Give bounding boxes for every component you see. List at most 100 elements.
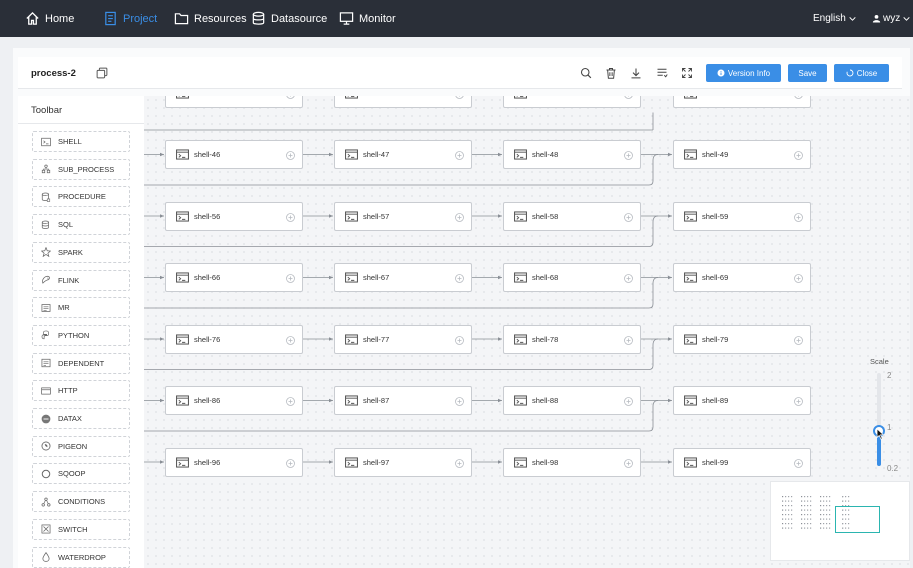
- task-node-shell-48[interactable]: shell-48: [503, 140, 641, 169]
- add-circle-icon[interactable]: [794, 335, 803, 345]
- add-circle-icon[interactable]: [624, 335, 633, 345]
- toolbar-item-procedure[interactable]: PROCEDURE: [32, 186, 130, 208]
- add-circle-icon[interactable]: [624, 151, 633, 160]
- add-circle-icon[interactable]: [455, 212, 464, 222]
- add-circle-icon[interactable]: [455, 274, 464, 283]
- task-node-shell-78[interactable]: shell-78: [503, 324, 641, 354]
- task-node-shell-47[interactable]: shell-47: [334, 140, 472, 169]
- toolbar-item-dependent[interactable]: DEPENDENT: [32, 352, 130, 374]
- add-circle-icon[interactable]: [794, 96, 803, 99]
- add-circle-icon[interactable]: [286, 458, 295, 468]
- task-node-shell-69[interactable]: shell-69: [673, 263, 811, 292]
- add-circle-icon[interactable]: [794, 212, 803, 222]
- task-node-label: shell-49: [702, 150, 729, 159]
- task-node-shell-67[interactable]: shell-67: [334, 263, 472, 292]
- nav-resources[interactable]: Resources: [174, 0, 247, 37]
- add-circle-icon[interactable]: [794, 274, 803, 283]
- task-node-shell-56[interactable]: shell-56: [165, 201, 303, 231]
- toolbar-item-python[interactable]: PYTHON: [32, 324, 130, 346]
- add-circle-icon[interactable]: [794, 458, 803, 468]
- toolbar-item-spark[interactable]: SPARK: [32, 241, 130, 263]
- task-node-shell-66[interactable]: shell-66: [165, 263, 303, 292]
- toolbar-item-pigeon[interactable]: PIGEON: [32, 435, 130, 457]
- version-info-button[interactable]: Version Info: [706, 64, 781, 82]
- add-circle-icon[interactable]: [455, 335, 464, 345]
- task-node-shell-99[interactable]: shell-99: [673, 447, 811, 477]
- toolbar-item-mr[interactable]: MR: [32, 297, 130, 319]
- task-node-partial-0[interactable]: [165, 96, 303, 108]
- minimap-node: [823, 509, 825, 511]
- add-circle-icon[interactable]: [624, 458, 633, 468]
- add-circle-icon[interactable]: [624, 212, 633, 222]
- toolbar-item-shell[interactable]: SHELL: [32, 131, 130, 152]
- add-circle-icon[interactable]: [286, 397, 295, 406]
- add-circle-icon[interactable]: [794, 151, 803, 160]
- close-button[interactable]: Close: [834, 64, 889, 82]
- minimap-viewport[interactable]: [835, 506, 880, 533]
- task-node-shell-98[interactable]: shell-98: [503, 447, 641, 477]
- task-node-label: shell-99: [702, 457, 729, 467]
- task-node-shell-86[interactable]: shell-86: [165, 386, 303, 415]
- search-icon[interactable]: [580, 67, 592, 79]
- scale-min: 0.2: [887, 464, 899, 473]
- nav-project[interactable]: Project: [103, 0, 157, 37]
- format-icon[interactable]: [656, 67, 668, 79]
- task-node-shell-96[interactable]: shell-96: [165, 447, 303, 477]
- task-node-shell-59[interactable]: shell-59: [673, 201, 811, 231]
- minimap-node: [782, 505, 784, 507]
- nav-datasource[interactable]: Datasource: [251, 0, 327, 37]
- task-node-shell-87[interactable]: shell-87: [334, 386, 472, 415]
- toolbar-item-waterdrop[interactable]: WATERDROP: [32, 546, 130, 568]
- add-circle-icon[interactable]: [455, 96, 464, 99]
- task-node-shell-79[interactable]: shell-79: [673, 324, 811, 354]
- task-node-shell-89[interactable]: shell-89: [673, 386, 811, 415]
- task-node-shell-68[interactable]: shell-68: [503, 263, 641, 292]
- toolbar-item-sub-process[interactable]: SUB_PROCESS: [32, 158, 130, 180]
- add-circle-icon[interactable]: [286, 96, 295, 99]
- add-circle-icon[interactable]: [286, 274, 295, 283]
- toolbar-item-sqoop[interactable]: SQOOP: [32, 463, 130, 485]
- toolbar-item-switch[interactable]: SWITCH: [32, 518, 130, 540]
- minimap-node: [823, 505, 825, 507]
- nav-monitor[interactable]: Monitor: [339, 0, 396, 37]
- minimap-node: [829, 500, 831, 502]
- task-node-shell-57[interactable]: shell-57: [334, 201, 472, 231]
- add-circle-icon[interactable]: [455, 397, 464, 406]
- add-circle-icon[interactable]: [624, 274, 633, 283]
- task-node-partial-3[interactable]: [673, 96, 811, 108]
- add-circle-icon[interactable]: [794, 397, 803, 406]
- fullscreen-icon[interactable]: [681, 67, 693, 79]
- add-circle-icon[interactable]: [286, 151, 295, 160]
- toolbar-item-http[interactable]: HTTP: [32, 380, 130, 402]
- nav-home[interactable]: Home: [25, 0, 74, 37]
- language-dropdown[interactable]: English: [813, 0, 857, 37]
- add-circle-icon[interactable]: [455, 458, 464, 468]
- save-button[interactable]: Save: [788, 64, 827, 82]
- user-dropdown[interactable]: wyz: [872, 0, 911, 37]
- add-circle-icon[interactable]: [286, 335, 295, 345]
- copy-icon[interactable]: [96, 67, 108, 79]
- toolbar-item-sql[interactable]: SQL: [32, 214, 130, 236]
- task-node-label: shell-96: [194, 457, 221, 467]
- task-node-shell-49[interactable]: shell-49: [673, 140, 811, 169]
- toolbar-item-flink[interactable]: FLINK: [32, 269, 130, 291]
- task-node-partial-1[interactable]: [334, 96, 472, 108]
- shell-icon: [345, 149, 358, 160]
- delete-icon[interactable]: [605, 67, 617, 79]
- add-circle-icon[interactable]: [624, 397, 633, 406]
- task-node-shell-58[interactable]: shell-58: [503, 201, 641, 231]
- task-node-shell-97[interactable]: shell-97: [334, 447, 472, 477]
- task-node-shell-88[interactable]: shell-88: [503, 386, 641, 415]
- task-node-shell-77[interactable]: shell-77: [334, 324, 472, 354]
- task-node-shell-46[interactable]: shell-46: [165, 140, 303, 169]
- add-circle-icon[interactable]: [455, 151, 464, 160]
- toolbar-item-datax[interactable]: DATAX: [32, 408, 130, 429]
- toolbar-item-conditions[interactable]: CONDITIONS: [32, 491, 130, 513]
- add-circle-icon[interactable]: [624, 96, 633, 99]
- download-icon[interactable]: [630, 67, 642, 79]
- task-node-partial-2[interactable]: [503, 96, 641, 108]
- task-node-shell-76[interactable]: shell-76: [165, 324, 303, 354]
- task-node-label: shell-88: [532, 396, 559, 405]
- minimap-node: [820, 518, 822, 520]
- add-circle-icon[interactable]: [286, 212, 295, 222]
